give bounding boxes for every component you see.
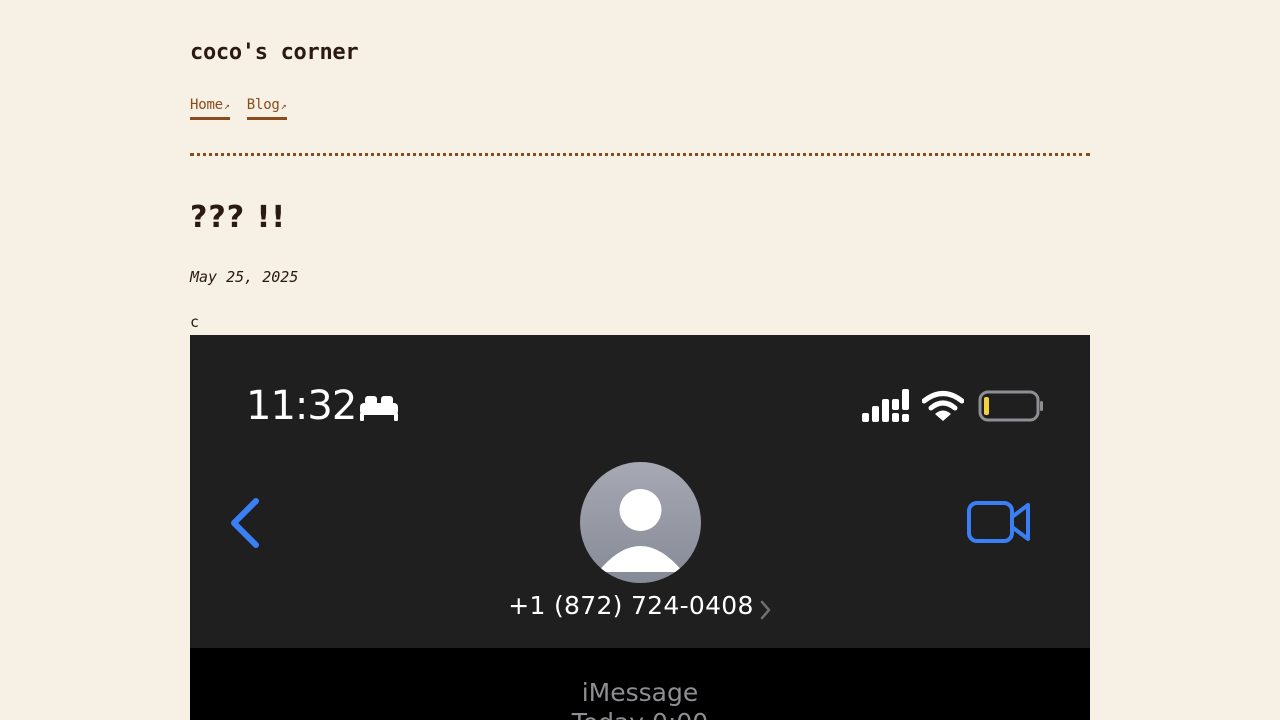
site-title[interactable]: coco's corner	[190, 40, 359, 65]
external-arrow-icon: ↗	[223, 101, 230, 112]
chevron-right-icon	[760, 600, 770, 619]
nav-link-home-label: Home	[190, 97, 223, 113]
post-date: May 25, 2025	[190, 268, 299, 286]
bed-icon	[360, 396, 398, 421]
contact-number: +1 (872) 724-0408	[508, 591, 754, 620]
contact-avatar[interactable]	[580, 462, 701, 583]
embedded-phone-screenshot: 11:32 +1 (872) 724-0408 iMessage	[190, 335, 1090, 720]
cellular-signal-icon	[862, 389, 909, 422]
contact-info-button[interactable]: +1 (872) 724-0408	[190, 591, 1090, 621]
battery-level-fill	[984, 397, 989, 415]
battery-icon	[978, 390, 1043, 422]
post-body-text: c	[190, 313, 200, 331]
nav-link-blog[interactable]: Blog↗	[246, 96, 287, 120]
external-arrow-icon: ↗	[280, 101, 287, 112]
video-camera-icon[interactable]	[966, 499, 1032, 545]
conversation-timestamp: Today 0:00	[190, 708, 1090, 720]
header-divider	[190, 153, 1090, 156]
nav-link-home[interactable]: Home↗	[190, 96, 230, 120]
post-title: ??? !!	[190, 200, 287, 235]
chevron-left-icon[interactable]	[226, 497, 266, 549]
person-avatar-icon	[598, 489, 683, 572]
site-nav: Home↗ Blog↗	[190, 96, 287, 120]
nav-link-blog-label: Blog	[246, 97, 280, 113]
wifi-icon	[922, 391, 964, 421]
service-label: iMessage	[581, 678, 699, 707]
messages-area: iMessage Today 0:00	[190, 648, 1090, 720]
status-bar-time: 11:32	[246, 383, 357, 429]
